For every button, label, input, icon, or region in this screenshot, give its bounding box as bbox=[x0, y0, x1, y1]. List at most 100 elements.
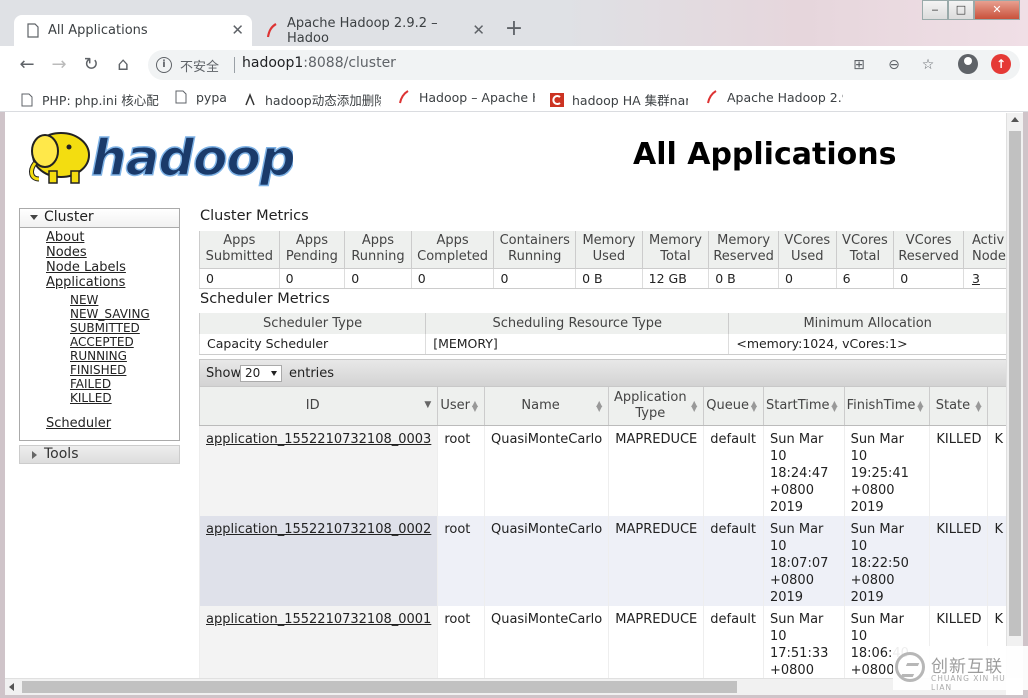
app-name-cell: QuasiMonteCarlo bbox=[483, 605, 609, 678]
bookmark-label: PHP: php.ini 核心配 bbox=[42, 93, 159, 108]
home-icon[interactable]: ⌂ bbox=[112, 54, 134, 76]
scroll-left-arrow-icon[interactable] bbox=[9, 683, 14, 691]
column-header-more[interactable] bbox=[987, 387, 1006, 426]
sidebar-state-accepted[interactable]: ACCEPTED bbox=[70, 335, 134, 349]
sidebar-item-scheduler[interactable]: Scheduler bbox=[46, 416, 111, 431]
maximize-button[interactable]: □ bbox=[948, 0, 974, 20]
tab-apache-hadoop[interactable]: Apache Hadoop 2.9.2 – Hadoo ✕ bbox=[253, 15, 493, 46]
sidebar-tools-header[interactable]: Tools bbox=[19, 445, 180, 464]
metric-value: 0 bbox=[344, 267, 412, 289]
app-user-cell: root bbox=[437, 515, 485, 606]
horizontal-scrollbar[interactable] bbox=[5, 678, 1006, 695]
app-queue-cell: default bbox=[703, 515, 764, 606]
bookmarks-bar: PHP: php.ini 核心配 pypa hadoop动态添加删除 Hadoo… bbox=[0, 84, 1028, 112]
sidebar-state-finished[interactable]: FINISHED bbox=[70, 363, 126, 377]
app-id-cell: application_1552210732108_0001 bbox=[198, 605, 438, 678]
vertical-scroll-thumb[interactable] bbox=[1009, 131, 1021, 636]
sort-icon: ▲ ▼ bbox=[831, 399, 838, 413]
sidebar-state-running[interactable]: RUNNING bbox=[70, 349, 127, 363]
sidebar-state-submitted[interactable]: SUBMITTED bbox=[70, 321, 140, 335]
column-header-name[interactable]: Name ▲ ▼ bbox=[483, 387, 609, 426]
sidebar-item-node-labels[interactable]: Node Labels bbox=[46, 260, 126, 275]
forward-arrow-icon[interactable]: → bbox=[48, 54, 70, 76]
close-tab-icon[interactable]: ✕ bbox=[231, 21, 244, 39]
active-nodes-link[interactable]: 3 bbox=[972, 271, 980, 286]
reload-icon[interactable]: ↻ bbox=[80, 54, 102, 76]
metric-header: Apps Submitted bbox=[199, 231, 280, 268]
sort-icon: ▲ ▼ bbox=[975, 399, 982, 413]
bookmark-label: hadoop HA 集群nar bbox=[572, 93, 688, 108]
column-header-user[interactable]: User ▲ ▼ bbox=[437, 387, 485, 426]
bookmark-hadoop-dynamic[interactable]: hadoop动态添加删除 bbox=[243, 90, 381, 109]
vertical-scrollbar[interactable] bbox=[1006, 113, 1023, 678]
sort-desc-icon: ▼ bbox=[424, 400, 432, 410]
app-id-link[interactable]: application_1552210732108_0001 bbox=[206, 612, 431, 627]
app-queue-cell: default bbox=[703, 605, 764, 678]
profile-icon[interactable] bbox=[958, 54, 978, 74]
url-text[interactable]: hadoop1:8088/cluster bbox=[242, 55, 396, 71]
column-header-starttime[interactable]: StartTime ▲ ▼ bbox=[762, 387, 845, 426]
url-host: hadoop1 bbox=[242, 55, 304, 71]
sidebar-cluster-header[interactable]: Cluster bbox=[19, 208, 180, 227]
scheduling-resource-type-value: [MEMORY] bbox=[425, 334, 729, 355]
expand-arrow-icon bbox=[32, 451, 37, 459]
bookmark-hadoop-ha[interactable]: hadoop HA 集群nar bbox=[550, 90, 688, 109]
scheduler-header: Scheduler Type bbox=[198, 313, 426, 334]
address-bar[interactable]: i 不安全 hadoop1:8088/cluster ⊞ ⊖ ☆ bbox=[148, 50, 1020, 80]
app-starttime-cell: Sun Mar 10 18:24:47 +0800 2019 bbox=[762, 425, 845, 516]
address-divider bbox=[234, 57, 235, 73]
minimize-button[interactable]: ‒ bbox=[922, 0, 948, 20]
bookmark-apache-hadoop-29[interactable]: Apache Hadoop 2.9 bbox=[705, 90, 843, 105]
app-id-link[interactable]: application_1552210732108_0002 bbox=[206, 522, 431, 537]
scheduler-header: Scheduling Resource Type bbox=[425, 313, 729, 334]
page-size-select[interactable]: 20 bbox=[240, 365, 282, 382]
column-header-application-type[interactable]: Application Type ▲ ▼ bbox=[608, 387, 704, 426]
app-starttime-cell: Sun Mar1017:51:33+08002019 bbox=[762, 605, 845, 678]
info-icon[interactable]: i bbox=[156, 57, 172, 73]
zoom-icon[interactable]: ⊖ bbox=[886, 57, 902, 73]
metric-value: 0 bbox=[493, 267, 576, 289]
close-window-button[interactable]: ✕ bbox=[974, 0, 1020, 20]
table-row: application_1552210732108_0001 root Quas… bbox=[198, 605, 1006, 678]
sidebar-tools-label: Tools bbox=[44, 446, 79, 462]
column-header-queue[interactable]: Queue ▲ ▼ bbox=[703, 387, 764, 426]
app-finishtime-cell: Sun Mar 10 19:25:41 +0800 2019 bbox=[843, 425, 930, 516]
page-title: All Applications bbox=[633, 137, 897, 172]
app-type-cell: MAPREDUCE bbox=[608, 425, 704, 516]
metric-header: VCores Total bbox=[835, 231, 894, 268]
sidebar-state-new[interactable]: NEW bbox=[70, 293, 98, 307]
close-tab-icon[interactable]: ✕ bbox=[472, 21, 485, 39]
metric-value: 0 bbox=[278, 267, 345, 289]
metric-header: VCores Used bbox=[777, 231, 837, 268]
applications-table: ID ▼ User ▲ ▼ Name ▲ ▼ Application Type ▲ ▼ Queu… bbox=[198, 387, 1006, 678]
bookmark-label: pypa bbox=[196, 90, 227, 105]
bookmark-php[interactable]: PHP: php.ini 核心配 bbox=[20, 90, 160, 109]
tab-all-applications[interactable]: All Applications ✕ bbox=[14, 15, 252, 46]
horizontal-scroll-thumb[interactable] bbox=[22, 681, 737, 693]
watermark-subtext: CHUANG XIN HU LIAN bbox=[931, 674, 1006, 692]
sidebar-state-killed[interactable]: KILLED bbox=[70, 391, 112, 405]
app-user-cell: root bbox=[437, 605, 485, 678]
back-arrow-icon[interactable]: ← bbox=[16, 54, 38, 76]
show-label: Show bbox=[206, 366, 242, 381]
translate-icon[interactable]: ⊞ bbox=[851, 57, 867, 73]
sidebar-state-failed[interactable]: FAILED bbox=[70, 377, 111, 391]
app-id-link[interactable]: application_1552210732108_0003 bbox=[206, 432, 431, 447]
update-icon[interactable]: ↑ bbox=[991, 54, 1011, 74]
sidebar-item-nodes[interactable]: Nodes bbox=[46, 245, 87, 260]
column-header-state[interactable]: State ▲ ▼ bbox=[929, 387, 988, 426]
column-header-id[interactable]: ID ▼ bbox=[198, 387, 438, 426]
sidebar-item-applications[interactable]: Applications bbox=[46, 275, 125, 290]
bookmark-hadoop-apache[interactable]: Hadoop – Apache H bbox=[397, 90, 535, 105]
table-row: application_1552210732108_0003 root Quas… bbox=[198, 425, 1006, 516]
sidebar-item-about[interactable]: About bbox=[46, 230, 84, 245]
new-tab-button[interactable]: + bbox=[502, 18, 526, 42]
scroll-up-arrow-icon[interactable] bbox=[1011, 117, 1019, 122]
bookmark-pypa[interactable]: pypa bbox=[174, 90, 234, 105]
metric-value: 12 GB bbox=[641, 267, 709, 289]
minimum-allocation-value: <memory:1024, vCores:1> bbox=[728, 334, 1006, 355]
sidebar-state-new-saving[interactable]: NEW_SAVING bbox=[70, 307, 150, 321]
star-icon[interactable]: ☆ bbox=[920, 57, 936, 73]
column-header-finishtime[interactable]: FinishTime ▲ ▼ bbox=[843, 387, 930, 426]
bookmark-label: hadoop动态添加删除 bbox=[265, 93, 381, 108]
